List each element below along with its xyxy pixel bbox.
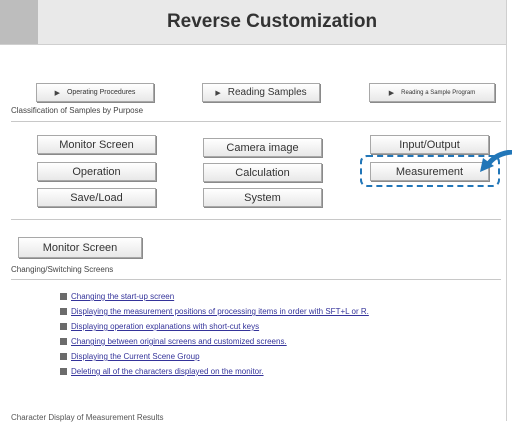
subheading-divider bbox=[11, 279, 501, 280]
reading-sample-program-button[interactable]: ▶ Reading a Sample Program bbox=[369, 83, 495, 102]
operating-procedures-button[interactable]: ▶ Operating Procedures bbox=[36, 83, 154, 102]
category-system-button[interactable]: System bbox=[203, 188, 322, 207]
reading-sample-program-label: Reading a Sample Program bbox=[401, 89, 476, 96]
category-operation-label: Operation bbox=[72, 165, 121, 178]
category-save-load-button[interactable]: Save/Load bbox=[37, 188, 156, 207]
category-input-output-label: Input/Output bbox=[399, 138, 460, 151]
square-bullet-icon bbox=[60, 323, 67, 330]
monitor-screen-section-label: Monitor Screen bbox=[42, 241, 118, 254]
curved-arrow-icon bbox=[480, 150, 512, 172]
list-item: Changing between original screens and cu… bbox=[60, 334, 369, 349]
link-list: Changing the start-up screen Displaying … bbox=[60, 289, 369, 379]
reading-samples-button[interactable]: ▶ Reading Samples bbox=[202, 83, 320, 102]
link-current-scene-group[interactable]: Displaying the Current Scene Group bbox=[71, 352, 200, 361]
category-camera-image-label: Camera image bbox=[226, 141, 299, 154]
link-operation-explanations[interactable]: Displaying operation explanations with s… bbox=[71, 322, 259, 331]
header-accent-block bbox=[0, 0, 38, 44]
reading-samples-label: Reading Samples bbox=[227, 87, 307, 98]
category-operation-button[interactable]: Operation bbox=[37, 162, 156, 181]
list-item: Displaying the measurement positions of … bbox=[60, 304, 369, 319]
section-subheading: Changing/Switching Screens bbox=[11, 265, 114, 274]
play-triangle-icon: ▶ bbox=[54, 89, 60, 97]
square-bullet-icon bbox=[60, 353, 67, 360]
play-triangle-icon: ▶ bbox=[388, 89, 395, 97]
monitor-screen-section-button[interactable]: Monitor Screen bbox=[18, 237, 142, 258]
list-item: Changing the start-up screen bbox=[60, 289, 369, 304]
square-bullet-icon bbox=[60, 308, 67, 315]
square-bullet-icon bbox=[60, 293, 67, 300]
category-calculation-button[interactable]: Calculation bbox=[203, 163, 322, 182]
link-deleting-characters[interactable]: Deleting all of the characters displayed… bbox=[71, 367, 264, 376]
link-changing-original-customized-screens[interactable]: Changing between original screens and cu… bbox=[71, 337, 287, 346]
play-triangle-icon: ▶ bbox=[215, 89, 221, 97]
category-calculation-label: Calculation bbox=[235, 166, 290, 179]
category-save-load-label: Save/Load bbox=[70, 191, 123, 204]
operating-procedures-label: Operating Procedures bbox=[66, 89, 136, 96]
classification-divider bbox=[11, 121, 501, 122]
category-monitor-screen-button[interactable]: Monitor Screen bbox=[37, 135, 156, 154]
classification-label: Classification of Samples by Purpose bbox=[11, 106, 144, 115]
link-changing-startup-screen[interactable]: Changing the start-up screen bbox=[71, 292, 174, 301]
square-bullet-icon bbox=[60, 338, 67, 345]
list-item: Displaying the Current Scene Group bbox=[60, 349, 369, 364]
category-monitor-screen-label: Monitor Screen bbox=[59, 138, 134, 151]
page-header: Reverse Customization bbox=[0, 0, 506, 45]
link-displaying-measurement-positions[interactable]: Displaying the measurement positions of … bbox=[71, 307, 369, 316]
category-system-label: System bbox=[244, 191, 281, 204]
list-item: Deleting all of the characters displayed… bbox=[60, 364, 369, 379]
category-input-output-button[interactable]: Input/Output bbox=[370, 135, 489, 154]
list-item: Displaying operation explanations with s… bbox=[60, 319, 369, 334]
square-bullet-icon bbox=[60, 368, 67, 375]
category-divider bbox=[11, 219, 501, 220]
page-title: Reverse Customization bbox=[166, 11, 378, 32]
category-camera-image-button[interactable]: Camera image bbox=[203, 138, 322, 157]
